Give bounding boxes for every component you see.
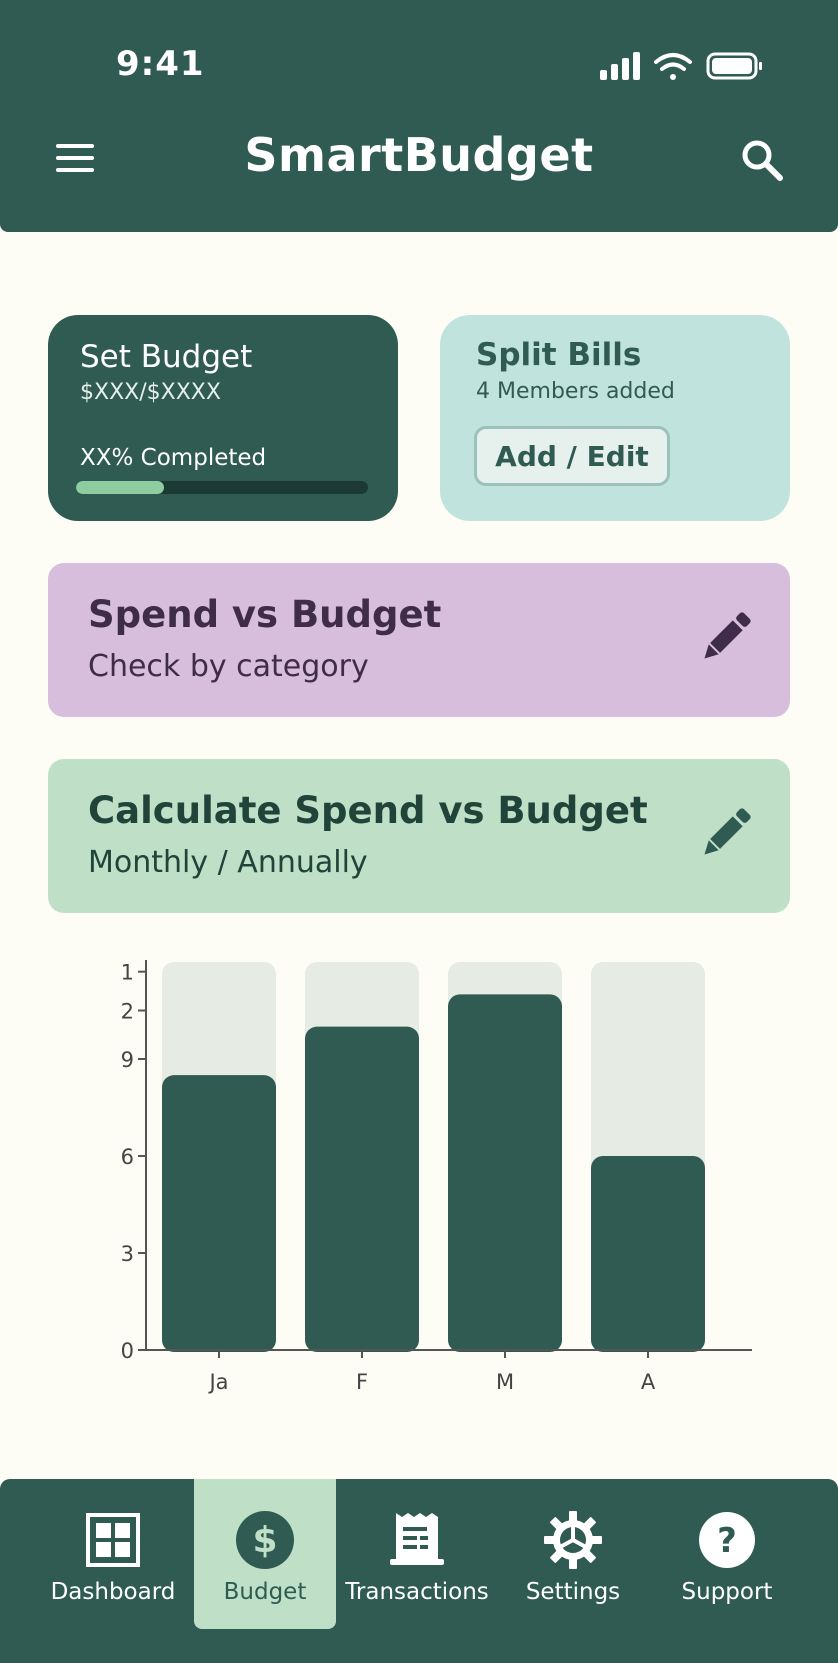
nav-support[interactable]: ? Support bbox=[652, 1479, 802, 1629]
nav-budget[interactable]: $ Budget bbox=[194, 1479, 336, 1629]
budget-progress-text: XX% Completed bbox=[80, 445, 267, 471]
svg-text:$: $ bbox=[252, 1520, 277, 1561]
signal-icon bbox=[600, 52, 640, 80]
nav-settings[interactable]: Settings bbox=[498, 1479, 648, 1629]
x-tick-label: M bbox=[496, 1370, 514, 1394]
calculate-spend-card[interactable]: Calculate Spend vs Budget Monthly / Annu… bbox=[48, 759, 790, 913]
nav-label: Transactions bbox=[345, 1579, 489, 1605]
y-tick-label: 1 bbox=[121, 961, 134, 985]
search-icon[interactable] bbox=[740, 138, 784, 182]
spend-vs-budget-title: Spend vs Budget bbox=[88, 593, 442, 636]
add-edit-button[interactable]: Add / Edit bbox=[474, 426, 670, 486]
y-tick-label: 2 bbox=[121, 1000, 134, 1024]
set-budget-title: Set Budget bbox=[80, 339, 253, 375]
y-tick-label: 3 bbox=[121, 1242, 134, 1266]
calculate-spend-title: Calculate Spend vs Budget bbox=[88, 789, 648, 832]
y-tick-label: 6 bbox=[121, 1145, 134, 1169]
bottom-nav: Dashboard $ Budget Transactions Settings… bbox=[0, 1479, 838, 1663]
spend-bar bbox=[448, 994, 562, 1352]
nav-label: Settings bbox=[525, 1579, 621, 1605]
spend-vs-budget-subtitle: Check by category bbox=[88, 649, 369, 684]
x-tick-label: A bbox=[641, 1370, 656, 1394]
spend-bar bbox=[162, 1075, 276, 1352]
top-app-bar: 9:41 SmartBudget bbox=[0, 0, 838, 232]
x-tick-label: Ja bbox=[207, 1370, 228, 1394]
spend-bar bbox=[305, 1026, 419, 1352]
nav-label: Support bbox=[681, 1579, 773, 1605]
nav-transactions[interactable]: Transactions bbox=[342, 1479, 492, 1629]
battery-icon bbox=[706, 52, 762, 80]
spend-bar bbox=[591, 1156, 705, 1352]
svg-text:?: ? bbox=[717, 1521, 737, 1561]
gear-icon bbox=[544, 1511, 602, 1569]
members-count: 4 Members added bbox=[476, 379, 675, 404]
status-time: 9:41 bbox=[116, 44, 205, 84]
receipt-icon bbox=[390, 1513, 444, 1565]
split-bills-title: Split Bills bbox=[476, 337, 642, 373]
pencil-icon[interactable] bbox=[694, 607, 756, 669]
budget-progress-bar bbox=[76, 481, 368, 494]
budget-amount: $XXX/$XXXX bbox=[80, 380, 221, 405]
calculate-spend-subtitle: Monthly / Annually bbox=[88, 845, 368, 880]
nav-dashboard[interactable]: Dashboard bbox=[38, 1479, 188, 1629]
set-budget-card[interactable]: Set Budget $XXX/$XXXX XX% Completed bbox=[48, 315, 398, 521]
y-tick-label: 0 bbox=[121, 1339, 134, 1363]
pencil-icon[interactable] bbox=[694, 803, 756, 865]
spend-vs-budget-card[interactable]: Spend vs Budget Check by category bbox=[48, 563, 790, 717]
chart-svg: Ja F M A 0 3 6 9 2 1 bbox=[121, 960, 752, 1394]
y-tick-label: 9 bbox=[121, 1048, 134, 1072]
nav-label: Dashboard bbox=[50, 1579, 176, 1605]
wifi-icon bbox=[654, 53, 692, 80]
dashboard-icon bbox=[86, 1513, 140, 1567]
split-bills-card: Split Bills 4 Members added Add / Edit bbox=[440, 315, 790, 521]
nav-label: Budget bbox=[223, 1579, 307, 1605]
spend-bar-chart: Ja F M A 0 3 6 9 2 1 bbox=[100, 950, 760, 1400]
x-tick-label: F bbox=[356, 1370, 368, 1394]
status-icons bbox=[600, 52, 762, 80]
dollar-icon: $ bbox=[236, 1511, 294, 1569]
app-title: SmartBudget bbox=[244, 128, 594, 182]
help-icon: ? bbox=[699, 1512, 755, 1568]
budget-progress-fill bbox=[76, 481, 164, 494]
